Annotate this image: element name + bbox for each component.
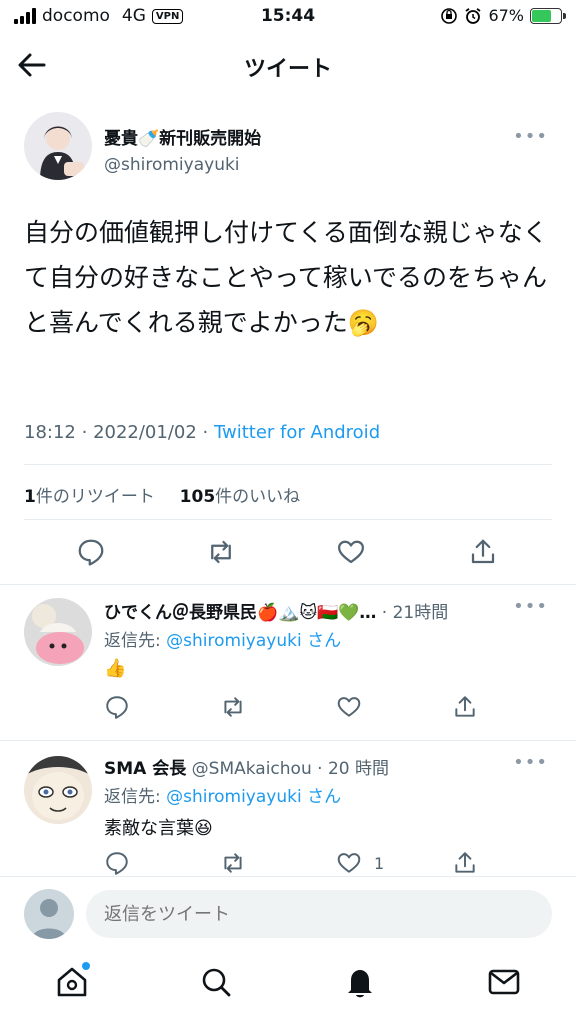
reply-actions xyxy=(104,694,504,724)
bottom-tab-bar xyxy=(0,948,576,1024)
user-avatar[interactable] xyxy=(24,889,74,939)
tweet-actions xyxy=(24,530,552,574)
separator xyxy=(0,740,576,741)
reply-icon[interactable] xyxy=(104,694,130,720)
reply-author-name[interactable]: ひでくん＠長野県民🍎🏔️🐱🇴🇲💚… xyxy=(104,603,376,623)
share-icon[interactable] xyxy=(468,537,498,567)
reply-header: ひでくん＠長野県民🍎🏔️🐱🇴🇲💚… · 21時間 xyxy=(104,603,449,623)
tweet-time: 18:12 xyxy=(24,422,76,443)
tweet-date: 2022/01/02 xyxy=(93,422,197,443)
author-name[interactable]: 憂貴🍼新刊販売開始 xyxy=(104,124,261,149)
reply-author-handle[interactable]: @SMAkaichou xyxy=(192,759,312,779)
retweet-icon[interactable] xyxy=(206,537,236,567)
reply-avatar[interactable] xyxy=(24,756,92,824)
more-icon[interactable]: ••• xyxy=(513,596,548,617)
battery-icon xyxy=(530,7,566,24)
status-right: 67% xyxy=(440,6,566,25)
like-label[interactable]: 件のいいね xyxy=(215,487,300,507)
heart-icon[interactable] xyxy=(336,694,362,720)
more-icon[interactable]: ••• xyxy=(513,126,548,147)
reply-like-count: 1 xyxy=(374,854,385,873)
divider xyxy=(24,464,552,465)
author-handle[interactable]: @shiromiyayuki xyxy=(104,155,261,175)
replying-to-suffix: さん xyxy=(307,631,342,651)
status-bar: docomo 4G VPN 15:44 67% xyxy=(0,0,576,34)
reply-icon[interactable] xyxy=(104,850,130,876)
replying-to-label: 返信先: xyxy=(104,787,161,807)
heart-icon[interactable] xyxy=(336,850,362,876)
share-icon[interactable] xyxy=(452,694,478,720)
tweet-stats: 1件のリツイート 105件のいいね xyxy=(24,482,300,507)
reply-time: 21時間 xyxy=(392,603,449,623)
replying-to: 返信先: @shiromiyayuki さん xyxy=(104,626,341,651)
author-info: 憂貴🍼新刊販売開始 @shiromiyayuki xyxy=(104,124,261,175)
replying-to-suffix: さん xyxy=(307,787,342,807)
main-tweet: 憂貴🍼新刊販売開始 @shiromiyayuki ••• 自分の価値観押し付けて… xyxy=(24,112,552,443)
alarm-icon xyxy=(465,7,481,24)
share-icon[interactable] xyxy=(452,850,478,876)
replying-to: 返信先: @shiromiyayuki さん xyxy=(104,782,341,807)
divider xyxy=(24,519,552,520)
retweet-icon[interactable] xyxy=(220,694,246,720)
like-count[interactable]: 105 xyxy=(180,487,216,507)
battery-percent: 67% xyxy=(488,6,524,25)
tweet-text: 自分の価値観押し付けてくる面倒な親じゃなくて自分の好きなことやって稼いでるのをち… xyxy=(24,218,548,337)
retweet-icon[interactable] xyxy=(220,850,246,876)
tweet-meta: 18:12 · 2022/01/02 · Twitter for Android xyxy=(24,422,381,443)
mail-icon[interactable] xyxy=(486,964,522,1000)
notification-dot xyxy=(82,962,90,970)
reply-compose-bar xyxy=(0,876,576,948)
search-icon[interactable] xyxy=(198,964,234,1000)
replying-to-mention[interactable]: @shiromiyayuki xyxy=(166,631,302,651)
author-avatar[interactable] xyxy=(24,112,92,180)
reply-icon[interactable] xyxy=(76,537,106,567)
retweet-label[interactable]: 件のリツイート xyxy=(36,487,155,507)
header: ツイート xyxy=(0,34,576,96)
orientation-lock-icon xyxy=(441,7,458,24)
reply-item[interactable]: SMA 会長 @SMAkaichou · 20 時間 ••• 返信先: @shi… xyxy=(0,742,576,876)
reply-header: SMA 会長 @SMAkaichou · 20 時間 xyxy=(104,759,389,779)
more-icon[interactable]: ••• xyxy=(513,752,548,773)
reply-input[interactable] xyxy=(86,890,552,938)
retweet-count[interactable]: 1 xyxy=(24,487,36,507)
reply-text: 👍 xyxy=(104,658,127,679)
reply-item[interactable]: ひでくん＠長野県民🍎🏔️🐱🇴🇲💚… · 21時間 ••• 返信先: @shiro… xyxy=(0,586,576,738)
replying-to-label: 返信先: xyxy=(104,631,161,651)
reply-text: 素敵な言葉😆 xyxy=(104,818,213,839)
separator xyxy=(0,584,576,585)
bell-icon[interactable] xyxy=(342,964,378,1000)
heart-icon[interactable] xyxy=(336,537,366,567)
reply-avatar[interactable] xyxy=(24,598,92,666)
replying-to-mention[interactable]: @shiromiyayuki xyxy=(166,787,302,807)
reply-time: 20 時間 xyxy=(327,759,389,779)
tweet-source[interactable]: Twitter for Android xyxy=(214,422,380,443)
reply-author-name[interactable]: SMA 会長 xyxy=(104,759,186,779)
page-title: ツイート xyxy=(243,57,332,82)
